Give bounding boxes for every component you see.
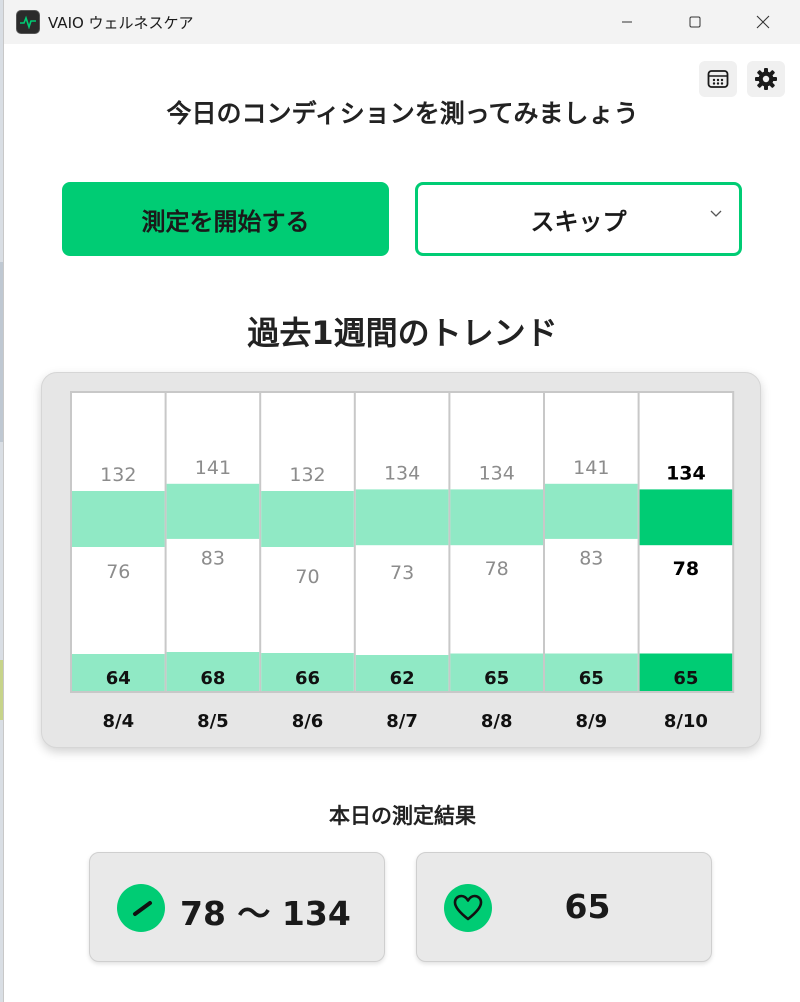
- calendar-button[interactable]: [699, 61, 737, 97]
- systolic-label: 132: [289, 464, 325, 486]
- skip-dropdown[interactable]: スキップ: [415, 182, 742, 256]
- systolic-label: 141: [195, 457, 231, 479]
- heart-rate-label: 65: [673, 668, 698, 689]
- gauge-icon: [117, 884, 165, 932]
- heart-rate-label: 68: [200, 668, 225, 689]
- pressure-band: [545, 483, 638, 539]
- window-title: VAIO ウェルネスケア: [48, 14, 194, 32]
- settings-button[interactable]: [747, 61, 785, 97]
- skip-label: スキップ: [530, 207, 627, 236]
- heart-rate-card[interactable]: 65: [416, 852, 712, 962]
- day-column: [545, 393, 638, 691]
- diastolic-label: 83: [201, 548, 225, 570]
- pressure-band: [450, 489, 543, 546]
- calendar-icon: [707, 70, 729, 88]
- heart-rate-label: 66: [295, 668, 320, 689]
- chevron-down-icon: [710, 210, 722, 217]
- heart-rate-value: 65: [564, 887, 611, 926]
- day-column: [166, 393, 260, 691]
- maximize-button[interactable]: [672, 0, 718, 44]
- date-label: 8/8: [481, 711, 513, 732]
- heart-rate-label: 65: [579, 668, 604, 689]
- trend-chart: 132 76 64 8/4 141 83 68 8/5 132 70 66 8/6 134 73 62 8/7…: [41, 372, 761, 748]
- pressure-band: [261, 491, 354, 547]
- date-label: 8/4: [102, 711, 134, 732]
- page-heading: 今日のコンディションを測ってみましょう: [166, 99, 639, 128]
- date-label: 8/5: [197, 711, 229, 732]
- today-result-title: 本日の測定結果: [329, 804, 476, 828]
- diastolic-label: 78: [673, 558, 699, 580]
- diastolic-label: 76: [106, 561, 130, 583]
- diastolic-label: 73: [390, 562, 414, 584]
- systolic-label: 141: [573, 457, 609, 479]
- pressure-band: [639, 489, 733, 546]
- diastolic-label: 70: [295, 566, 319, 588]
- pressure-band: [72, 491, 165, 547]
- systolic-label: 134: [479, 462, 515, 484]
- diastolic-label: 83: [579, 548, 603, 570]
- pressure-band: [166, 483, 260, 539]
- title-bar: VAIO ウェルネスケア: [4, 0, 800, 44]
- systolic-label: 134: [384, 462, 420, 484]
- systolic-label: 134: [666, 462, 706, 484]
- date-label: 8/7: [386, 711, 418, 732]
- pressure-band: [355, 489, 449, 546]
- trend-title: 過去1週間のトレンド: [247, 314, 558, 352]
- systolic-label: 132: [100, 464, 136, 486]
- heart-rate-label: 64: [106, 668, 131, 689]
- app-logo-icon: [16, 10, 40, 34]
- heart-rate-label: 62: [390, 668, 415, 689]
- blood-pressure-card[interactable]: 78 〜 134: [89, 852, 385, 962]
- app-window: VAIO ウェルネスケア 今日のコンディションを測ってみましょう 測定を開始する…: [3, 0, 800, 1002]
- diastolic-label: 78: [485, 558, 509, 580]
- date-label: 8/10: [664, 711, 708, 732]
- date-label: 8/6: [292, 711, 324, 732]
- close-button[interactable]: [740, 0, 786, 44]
- gear-icon: [755, 68, 777, 90]
- heart-rate-label: 65: [484, 668, 509, 689]
- date-label: 8/9: [575, 711, 607, 732]
- blood-pressure-value: 78 〜 134: [180, 894, 351, 933]
- trend-chart-svg: 132 76 64 8/4 141 83 68 8/5 132 70 66 8/6 134 73 62 8/7…: [70, 391, 735, 732]
- minimize-button[interactable]: [604, 0, 650, 44]
- start-measurement-button[interactable]: 測定を開始する: [62, 182, 389, 256]
